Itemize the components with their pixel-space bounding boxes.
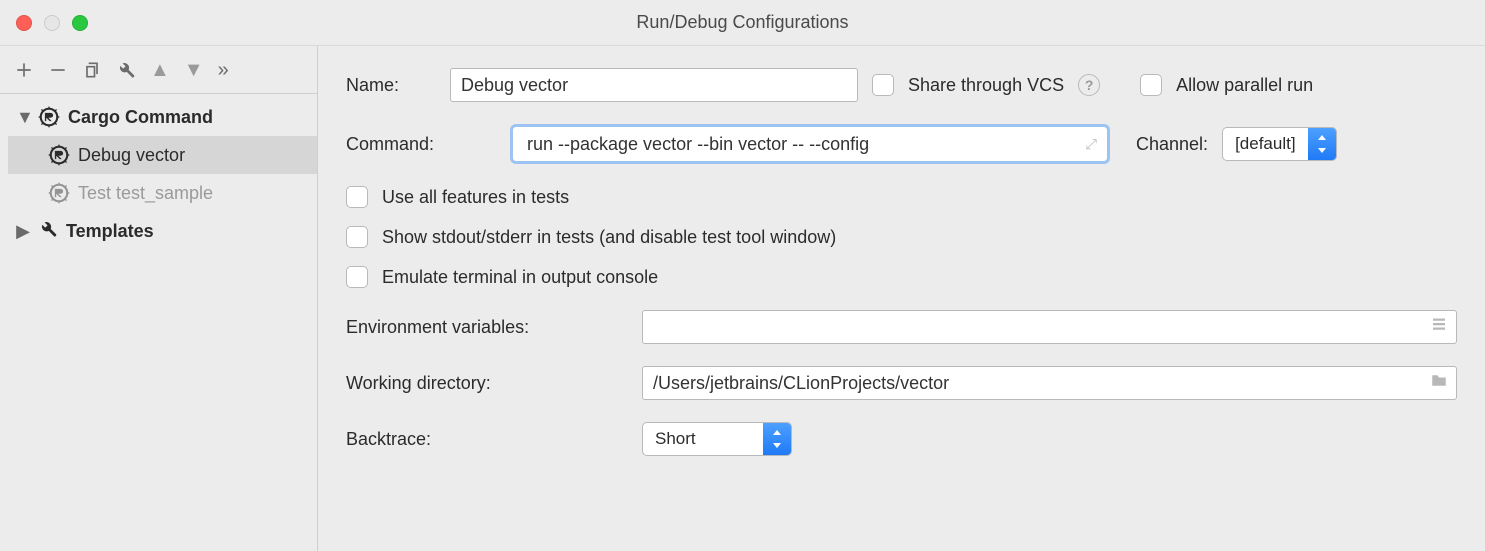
show-std-label: Show stdout/stderr in tests (and disable… xyxy=(382,227,836,248)
rust-icon xyxy=(48,144,70,166)
content: ▲ ▼ » ▼ Cargo Command Debug vector xyxy=(0,46,1485,551)
move-down-icon[interactable]: ▼ xyxy=(184,60,204,80)
chevron-updown-icon xyxy=(763,423,791,455)
share-vcs-label: Share through VCS xyxy=(908,75,1064,96)
backtrace-select-value: Short xyxy=(643,423,763,455)
working-dir-field[interactable]: /Users/jetbrains/CLionProjects/vector xyxy=(642,366,1457,400)
help-icon[interactable]: ? xyxy=(1078,74,1100,96)
all-features-checkbox[interactable] xyxy=(346,186,368,208)
wrench-icon xyxy=(38,219,58,244)
move-up-icon[interactable]: ▲ xyxy=(150,60,170,80)
name-field[interactable] xyxy=(450,68,858,102)
rust-icon xyxy=(38,106,60,128)
tree-node-label: Cargo Command xyxy=(68,107,213,128)
expand-icon[interactable]: ⤢ xyxy=(1086,136,1097,153)
working-dir-label: Working directory: xyxy=(346,373,642,394)
emulate-terminal-label: Emulate terminal in output console xyxy=(382,267,658,288)
chevron-down-icon: ▼ xyxy=(16,107,30,128)
copy-icon[interactable] xyxy=(82,60,102,80)
working-dir-value: /Users/jetbrains/CLionProjects/vector xyxy=(653,373,949,394)
chevron-right-icon: ▶ xyxy=(16,221,30,242)
more-icon[interactable]: » xyxy=(218,60,229,80)
backtrace-label: Backtrace: xyxy=(346,429,642,450)
channel-label: Channel: xyxy=(1136,134,1208,155)
emulate-terminal-checkbox[interactable] xyxy=(346,266,368,288)
rust-icon xyxy=(48,182,70,204)
wrench-icon[interactable] xyxy=(116,60,136,80)
allow-parallel-checkbox[interactable] xyxy=(1140,74,1162,96)
titlebar: Run/Debug Configurations xyxy=(0,0,1485,46)
add-icon[interactable] xyxy=(14,60,34,80)
tree-node-label: Templates xyxy=(66,221,154,242)
command-label: Command: xyxy=(346,134,510,155)
all-features-label: Use all features in tests xyxy=(382,187,569,208)
allow-parallel-label: Allow parallel run xyxy=(1176,75,1313,96)
share-vcs-checkbox[interactable] xyxy=(872,74,894,96)
folder-icon[interactable] xyxy=(1430,372,1448,395)
channel-select-value: [default] xyxy=(1223,128,1308,160)
tree-node-test-sample[interactable]: Test test_sample xyxy=(8,174,317,212)
name-label: Name: xyxy=(346,75,450,96)
configuration-tree: ▼ Cargo Command Debug vector Test test_s… xyxy=(0,94,317,250)
tree-node-label: Test test_sample xyxy=(78,183,213,204)
sidebar: ▲ ▼ » ▼ Cargo Command Debug vector xyxy=(0,46,318,551)
env-field[interactable] xyxy=(642,310,1457,344)
tree-node-label: Debug vector xyxy=(78,145,185,166)
command-field[interactable] xyxy=(525,127,1073,161)
tree-node-cargo-command[interactable]: ▼ Cargo Command xyxy=(8,98,317,136)
remove-icon[interactable] xyxy=(48,60,68,80)
channel-select[interactable]: [default] xyxy=(1222,127,1337,161)
show-std-checkbox[interactable] xyxy=(346,226,368,248)
backtrace-select[interactable]: Short xyxy=(642,422,792,456)
list-icon[interactable] xyxy=(1430,316,1448,339)
env-label: Environment variables: xyxy=(346,317,642,338)
command-field-wrap: ⤢ xyxy=(510,124,1110,164)
window-title: Run/Debug Configurations xyxy=(0,12,1485,33)
tree-node-templates[interactable]: ▶ Templates xyxy=(8,212,317,250)
sidebar-toolbar: ▲ ▼ » xyxy=(0,46,317,94)
form-panel: Name: Share through VCS ? Allow parallel… xyxy=(318,46,1485,551)
chevron-updown-icon xyxy=(1308,128,1336,160)
tree-node-debug-vector[interactable]: Debug vector xyxy=(8,136,317,174)
